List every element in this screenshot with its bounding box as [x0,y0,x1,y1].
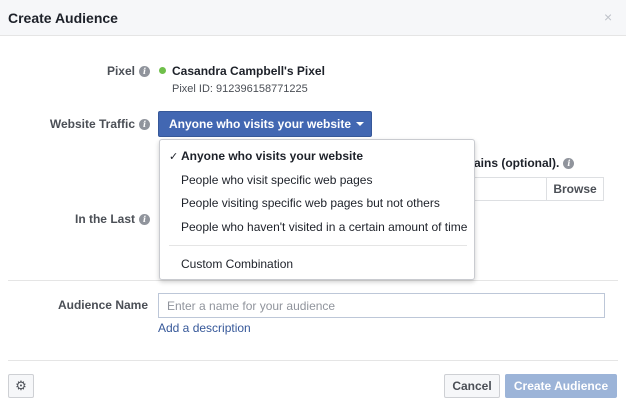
add-description-link[interactable]: Add a description [158,321,251,335]
section-divider [8,280,618,281]
menu-item-specific-pages[interactable]: People who visit specific web pages [181,173,372,187]
settings-button[interactable]: ⚙ [8,374,34,398]
website-traffic-label: Website Traffic [49,117,135,131]
gear-icon: ⚙ [15,378,27,393]
website-traffic-label-row: Website Traffic i [20,117,150,131]
website-traffic-menu: ✓ Anyone who visits your website People … [159,139,475,280]
menu-item-anyone[interactable]: Anyone who visits your website [181,149,363,163]
menu-item-not-visited[interactable]: People who haven't visited in a certain … [181,220,467,234]
url-contains-label: ains (optional). i [474,156,575,170]
website-traffic-dropdown[interactable]: Anyone who visits your website [158,111,372,137]
info-icon[interactable]: i [139,214,150,225]
menu-item-custom-combination[interactable]: Custom Combination [181,257,293,271]
pixel-label: Pixel [106,64,135,78]
audience-name-label: Audience Name [57,298,148,312]
pixel-label-row: Pixel i [60,64,150,78]
info-icon[interactable]: i [563,158,575,169]
info-icon[interactable]: i [139,119,150,130]
website-traffic-selected: Anyone who visits your website [169,117,352,131]
pixel-name: Casandra Campbell's Pixel [172,64,325,78]
pixel-status-dot [159,67,166,74]
menu-divider [169,245,467,246]
browse-button[interactable]: Browse [546,178,603,200]
check-icon: ✓ [169,151,179,163]
info-icon[interactable]: i [139,66,150,77]
dialog-header: Create Audience × [0,0,626,36]
dialog-title: Create Audience [8,10,118,26]
audience-name-input[interactable] [158,293,605,318]
in-the-last-label-row: In the Last i [40,212,150,226]
footer-divider [8,360,618,361]
in-the-last-label: In the Last [74,212,135,226]
caret-down-icon [356,122,365,126]
create-audience-button[interactable]: Create Audience [505,374,617,398]
menu-item-specific-not-others[interactable]: People visiting specific web pages but n… [181,196,440,210]
pixel-id: Pixel ID: 912396158771225 [172,83,308,95]
cancel-button[interactable]: Cancel [444,374,500,398]
close-icon[interactable]: × [604,10,612,24]
